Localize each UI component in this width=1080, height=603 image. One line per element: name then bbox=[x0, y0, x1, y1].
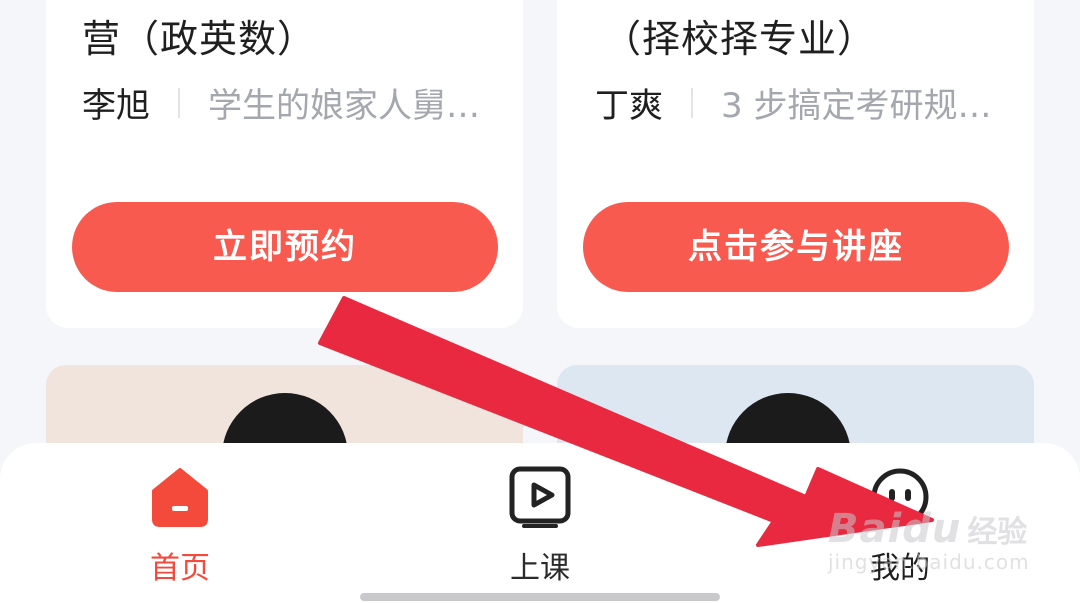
tab-mine[interactable]: 我的 bbox=[800, 443, 1000, 603]
speaker-description: 3 步搞定考研规… bbox=[721, 86, 992, 126]
tab-class[interactable]: 上课 bbox=[440, 443, 640, 603]
tab-mine-label: 我的 bbox=[870, 551, 930, 586]
card-meta: 李旭 学生的娘家人舅… bbox=[82, 78, 480, 127]
speaker-description: 学生的娘家人舅… bbox=[208, 86, 480, 126]
play-icon bbox=[509, 466, 571, 528]
card-meta: 丁爽 3 步搞定考研规… bbox=[595, 78, 991, 127]
speaker-name: 李旭 bbox=[82, 86, 150, 126]
speaker-name: 丁爽 bbox=[595, 86, 663, 126]
home-indicator bbox=[360, 593, 720, 601]
tab-home-label: 首页 bbox=[150, 551, 210, 586]
lecture-card-1[interactable]: 营（政英数） 李旭 学生的娘家人舅… 立即预约 bbox=[46, 0, 523, 328]
tab-class-label: 上课 bbox=[510, 551, 570, 586]
card-title: （择校择专业） bbox=[603, 17, 877, 61]
profile-face-icon bbox=[871, 468, 929, 526]
lecture-card-2[interactable]: （择校择专业） 丁爽 3 步搞定考研规… 点击参与讲座 bbox=[557, 0, 1034, 328]
book-now-button[interactable]: 立即预约 bbox=[72, 202, 498, 292]
join-lecture-button[interactable]: 点击参与讲座 bbox=[583, 202, 1009, 292]
bottom-tab-bar: 首页 上课 我的 bbox=[0, 443, 1080, 603]
card-title: 营（政英数） bbox=[82, 17, 317, 61]
meta-divider bbox=[691, 87, 693, 118]
home-icon bbox=[152, 468, 208, 527]
tab-home[interactable]: 首页 bbox=[80, 443, 280, 603]
meta-divider bbox=[178, 87, 180, 118]
